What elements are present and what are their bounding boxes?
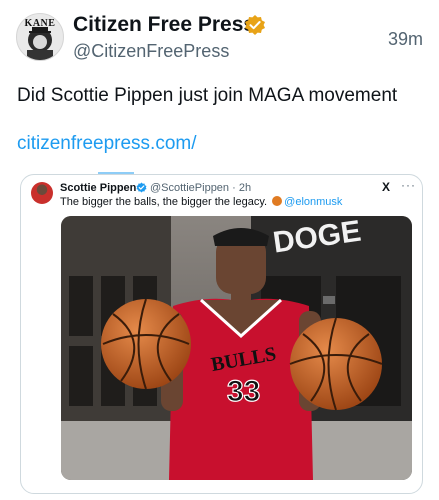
quoted-author-avatar[interactable] xyxy=(31,182,53,204)
more-options-icon[interactable]: ··· xyxy=(401,178,416,192)
x-logo-icon[interactable]: X xyxy=(382,180,390,194)
media-illustration: DOGE BULLS 33 xyxy=(61,216,412,480)
quoted-handle-and-time[interactable]: @ScottiePippen · 2h xyxy=(150,181,251,195)
author-handle[interactable]: @CitizenFreePress xyxy=(73,39,229,63)
post-timestamp[interactable]: 39m xyxy=(388,29,423,50)
quoted-body: The bigger the balls, the bigger the leg… xyxy=(60,196,268,208)
basketball-emoji-icon xyxy=(272,196,283,206)
quoted-verified-badge-icon xyxy=(136,182,147,193)
jersey-number: 33 xyxy=(227,375,260,408)
quoted-media-image[interactable]: DOGE BULLS 33 xyxy=(61,216,412,480)
quoted-author-name[interactable]: Scottie Pippen xyxy=(60,181,136,195)
quoted-author-handle: @ScottiePippen xyxy=(150,182,230,194)
quoted-text: The bigger the balls, the bigger the leg… xyxy=(60,195,342,209)
author-name[interactable]: Citizen Free Press xyxy=(73,12,255,38)
post-text: Did Scottie Pippen just join MAGA moveme… xyxy=(17,85,398,106)
author-avatar[interactable]: KANE xyxy=(16,13,64,61)
quoted-separator: · xyxy=(232,182,236,194)
quoted-post-card[interactable]: Scottie Pippen @ScottiePippen · 2h X ···… xyxy=(20,174,423,494)
verified-badge-icon xyxy=(245,15,265,35)
quoted-mention[interactable]: @elonmusk xyxy=(284,196,342,208)
avatar-lettering: KANE xyxy=(24,18,56,29)
quoted-timestamp: 2h xyxy=(238,182,252,194)
post-header: KANE Citizen Free Press @CitizenFreePres… xyxy=(0,0,439,78)
post-link[interactable]: citizenfreepress.com/ xyxy=(17,131,197,157)
